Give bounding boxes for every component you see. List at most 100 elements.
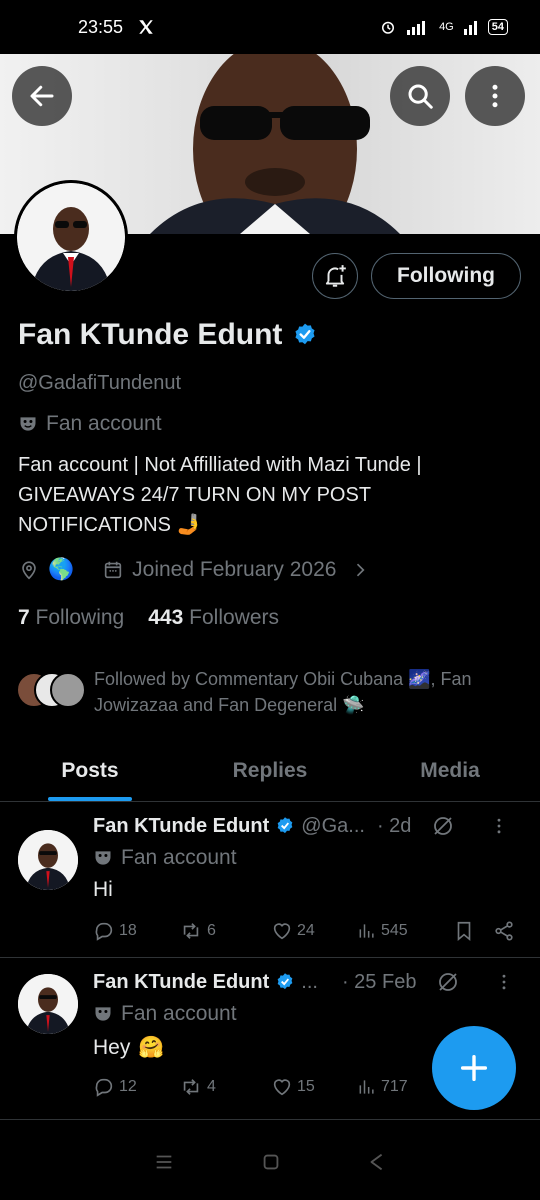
profile-handle: @GadafiTundenut [18,372,181,394]
post-author-name[interactable]: Fan KTunde Edunt [93,815,269,838]
reply-count: 18 [119,922,137,939]
tab-replies[interactable]: Replies [180,740,360,801]
profile-name: Fan KTunde Edunt [18,318,283,351]
post-category: Fan account [93,846,237,870]
compose-post-button[interactable] [432,1026,516,1110]
heart-icon [273,1079,291,1096]
post-avatar[interactable] [18,830,78,890]
views-icon [359,924,374,938]
calendar-icon [104,561,122,579]
profile-meta: 🌎 Joined February 2026 [18,558,370,582]
post-actions: 18 6 24 545 [93,920,523,942]
tab-media[interactable]: Media [360,740,540,801]
profile-name-row: Fan KTunde Edunt [18,318,318,352]
heart-icon [273,923,291,940]
post-avatar[interactable] [18,974,78,1034]
mask-icon [95,1007,111,1021]
post-more-icon[interactable] [494,972,514,992]
grok-icon[interactable] [436,970,460,994]
plus-icon [460,1054,488,1082]
more-options-button[interactable] [465,66,525,126]
followers-count: 443 [148,606,184,629]
post-category-label: Fan account [121,846,237,869]
reply-button[interactable]: 12 [93,1076,179,1098]
alarm-icon [382,21,395,34]
followed-by-row[interactable]: Followed by Commentary Obii Cubana 🌌, Fa… [16,666,526,718]
like-button[interactable]: 24 [271,920,357,942]
following-count-link[interactable]: 7 Following [18,606,124,630]
reply-count: 12 [119,1078,137,1095]
verified-badge-icon[interactable] [275,816,295,836]
search-icon [408,84,433,109]
like-count: 24 [297,922,315,939]
x-logo-icon [139,20,153,34]
system-nav-bar [0,1124,540,1200]
grok-icon[interactable] [431,814,455,838]
battery-indicator: 54 [487,19,508,35]
views-button[interactable]: 545 [357,921,453,941]
following-button[interactable]: Following [371,253,521,299]
home-square-icon[interactable] [260,1151,282,1173]
search-button[interactable] [390,66,450,126]
reply-icon [95,922,113,941]
location-pin-icon [22,561,36,580]
post-header: Fan KTunde Edunt @Ga... · 2d [93,814,509,838]
post-emoji: 🤗 [138,1036,165,1059]
views-icon [359,1080,374,1094]
back-button[interactable] [12,66,72,126]
status-bar: 23:55 4G 54 [0,0,540,54]
back-triangle-icon[interactable] [366,1151,388,1173]
post-text: Hi [93,878,113,902]
repost-button[interactable]: 4 [179,1076,271,1098]
follow-counts: 7 Following 443 Followers [18,606,279,630]
avatar-image [17,183,125,291]
signal-icon [407,21,426,35]
post-author-handle: ... [301,970,318,993]
post-more-icon[interactable] [489,816,509,836]
view-count: 717 [381,1078,408,1095]
profile-category: Fan account [18,412,162,436]
tab-posts[interactable]: Posts [0,740,180,801]
mask-icon [95,851,111,865]
reply-button[interactable]: 18 [93,920,179,942]
clock: 23:55 [78,16,124,37]
joined-date: Joined February 2026 [132,558,337,581]
chevron-right-icon[interactable] [350,560,370,580]
menu-icon[interactable] [152,1151,176,1173]
post-item[interactable]: Fan KTunde Edunt @Ga... · 2d Fan account… [0,802,540,958]
bookmark-icon[interactable] [453,920,475,942]
profile-category-label: Fan account [46,412,162,435]
mask-icon [20,417,36,431]
post-category: Fan account [93,1002,237,1026]
mini-avatar [50,672,86,708]
post-time: · 25 Feb [341,970,417,993]
followers-count-link[interactable]: 443 Followers [148,606,279,630]
more-vertical-icon [492,84,498,108]
repost-button[interactable]: 6 [179,920,271,942]
notifications-toggle-button[interactable] [312,253,358,299]
verified-badge-icon[interactable] [275,972,295,992]
post-time: · 2d [376,814,412,837]
profile-avatar[interactable] [14,180,128,294]
post-text-body: Hey [93,1036,131,1059]
repost-icon [183,1079,199,1095]
network-type: 4G [439,21,454,33]
repost-count: 6 [207,922,216,939]
post-header: Fan KTunde Edunt ... · 25 Feb [93,970,514,994]
profile-tabs: Posts Replies Media [0,740,540,802]
profile-bio: Fan account | Not Affilliated with Mazi … [18,454,422,536]
followers-count-label: Followers [189,606,279,629]
repost-icon [183,923,199,939]
post-author-handle: @Ga... [301,814,365,837]
share-icon[interactable] [493,920,515,942]
verified-badge-icon[interactable] [292,322,318,348]
signal-icon-2 [463,21,477,35]
post-text: Hey 🤗 [93,1036,165,1060]
like-button[interactable]: 15 [271,1076,357,1098]
view-count: 545 [381,922,408,939]
repost-count: 4 [207,1078,216,1095]
followed-by-avatars [16,672,86,712]
reply-icon [95,1078,113,1097]
post-author-name[interactable]: Fan KTunde Edunt [93,971,269,994]
following-count: 7 [18,606,30,629]
